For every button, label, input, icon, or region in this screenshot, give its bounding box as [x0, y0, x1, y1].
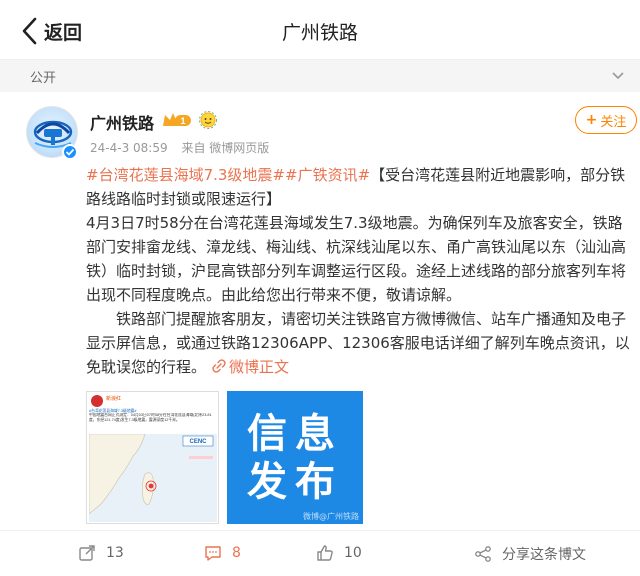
share-button[interactable]: 分享这条博文: [474, 544, 586, 564]
post-image-map[interactable]: 新浪红 #台湾花莲县海域7.3级地震# 中国地震台网正式测定：04月03日07时…: [86, 391, 219, 524]
post-paragraph-1: 4月3日7时58分在台湾花莲县海域发生7.3级地震。为确保列车及旅客安全，铁路部…: [86, 214, 627, 304]
follow-button[interactable]: + 关注: [575, 106, 637, 134]
post-paragraph-2-wrap: 铁路部门提醒旅客朋友，请密切关注铁路官方微博微信、站车广播通知及电子显示屏信息，…: [86, 307, 634, 379]
post-date: 24-4-3 08:59: [90, 141, 168, 155]
post-source: 来自 微博网页版: [181, 141, 270, 155]
author-name[interactable]: 广州铁路: [90, 110, 154, 134]
read-full-link[interactable]: 微博正文: [206, 358, 289, 376]
share-label: 分享这条博文: [502, 547, 586, 563]
top-navbar: 返回 广州铁路: [0, 0, 640, 60]
quake-map: CENC: [88, 433, 217, 522]
post-text: #台湾花莲县海域7.3级地震##广铁资讯#【受台湾花莲县附近地震影响，部分铁路线…: [86, 163, 634, 379]
post-headline-para: #台湾花莲县海域7.3级地震##广铁资讯#【受台湾花莲县附近地震影响，部分铁路线…: [86, 163, 634, 211]
sun-badge-icon: [199, 111, 217, 129]
comment-button[interactable]: 8: [204, 544, 241, 562]
image-author: 新浪红: [106, 395, 121, 402]
topic-link[interactable]: #广铁资讯#: [285, 166, 370, 184]
post-image-info[interactable]: 信息 发布 微博@广州铁路: [227, 391, 363, 524]
page-title: 广州铁路: [281, 22, 358, 44]
map-header: 新浪红 #台湾花莲县海域7.3级地震# 中国地震台网正式测定：04月03日07时…: [87, 392, 218, 432]
vip-crown-icon: 1: [163, 113, 191, 126]
visibility-bar[interactable]: 公开: [0, 60, 640, 92]
image-watermark: 微博@广州铁路: [303, 512, 359, 521]
plus-icon: +: [585, 112, 598, 128]
follow-label: 关注: [600, 114, 627, 130]
vip-level: 1: [180, 116, 185, 126]
repost-count: 13: [106, 545, 124, 561]
repost-button[interactable]: 13: [78, 544, 124, 562]
post-paragraph-2: 铁路部门提醒旅客朋友，请密切关注铁路官方微博微信、站车广播通知及电子显示屏信息，…: [86, 310, 630, 376]
verified-badge-icon: [62, 144, 78, 160]
repost-icon: [79, 545, 95, 561]
info-line-2: 发布: [247, 458, 343, 505]
link-icon: [212, 359, 226, 373]
topic-link[interactable]: #台湾花莲县海域7.3级地震#: [86, 166, 285, 184]
cenc-logo: CENC: [189, 439, 207, 445]
comment-icon: [205, 546, 221, 561]
like-count: 10: [344, 545, 362, 561]
thumbs-up-icon: [317, 545, 333, 561]
info-line-1: 信息: [247, 410, 343, 457]
comment-count: 8: [232, 545, 241, 561]
action-bar: 13 8 10 分享这条博文: [0, 530, 640, 576]
like-button[interactable]: 10: [316, 544, 362, 562]
chevron-down-icon: [612, 72, 624, 80]
image-quake-text: 中国地震台网正式测定：04月03日07时58分在台湾花莲县海域(北纬23.81度…: [89, 413, 212, 422]
visibility-label: 公开: [30, 71, 57, 86]
post-meta: 24-4-3 08:59 来自 微博网页版: [90, 139, 279, 156]
share-icon: [475, 546, 491, 562]
read-full-label: 微博正文: [229, 358, 290, 376]
